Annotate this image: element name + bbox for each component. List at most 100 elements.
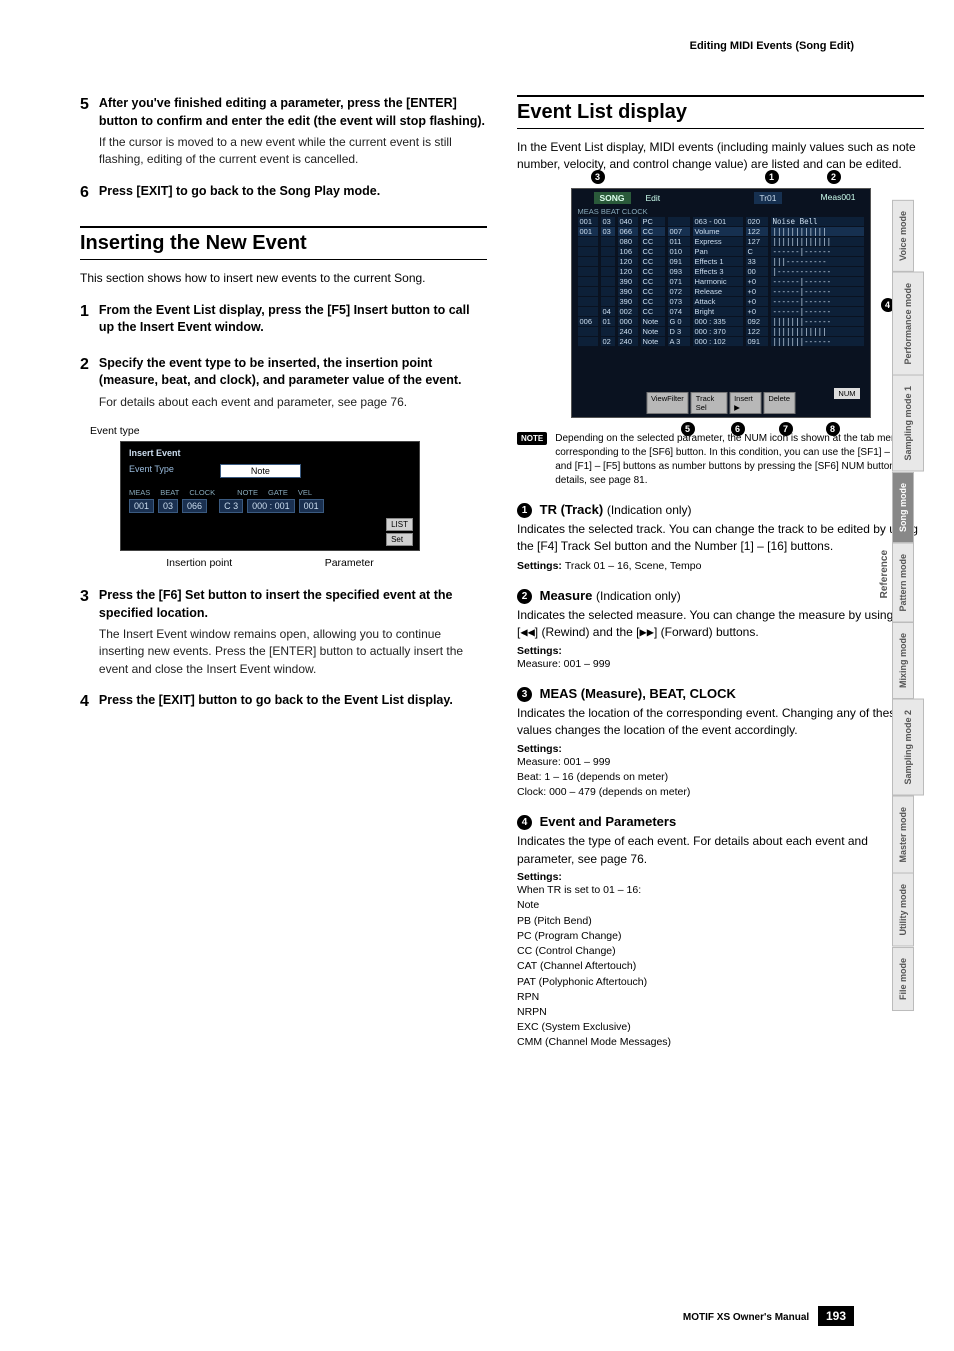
- shot1-hdr: BEAT: [160, 488, 179, 497]
- shot1-hdr: NOTE: [237, 488, 258, 497]
- callout-6: 6: [731, 422, 745, 436]
- list-button: LIST: [386, 518, 413, 531]
- settings-item: CC (Control Change): [517, 944, 924, 959]
- param-tr: 1 TR (Track) (Indication only) Indicates…: [517, 502, 924, 574]
- shot1-val: C 3: [219, 499, 243, 513]
- param-num: 4: [517, 815, 532, 830]
- param-text: Indicates the type of each event. For de…: [517, 833, 924, 868]
- step-number: 5: [80, 95, 89, 169]
- shot1-val: 066: [182, 499, 207, 513]
- step-text: The Insert Event window remains open, al…: [99, 626, 487, 678]
- insert-step-3: 3 Press the [F6] Set button to insert th…: [80, 587, 487, 678]
- event-type-label: Event type: [90, 425, 487, 437]
- shot1-hdr: CLOCK: [189, 488, 215, 497]
- shot1-et-label: Event Type: [129, 464, 174, 478]
- shot2-cols: MEAS BEAT CLOCK: [578, 207, 648, 216]
- tab-viewfilter: ViewFilter: [646, 392, 689, 414]
- event-row: 390CC071Harmonic+0------|------: [578, 277, 864, 286]
- event-row: 00103066CC007Volume122||||||||||||: [578, 227, 864, 236]
- side-tab-utility[interactable]: Utility mode: [892, 873, 914, 947]
- settings-item: CMM (Channel Mode Messages): [517, 1035, 924, 1050]
- section-heading-inserting: Inserting the New Event: [80, 226, 487, 260]
- event-row: 00601000NoteG 0000 : 335092|||||||------: [578, 317, 864, 326]
- settings-item: RPN: [517, 990, 924, 1005]
- settings-item: PC (Program Change): [517, 929, 924, 944]
- side-tab-mixing[interactable]: Mixing mode: [892, 622, 914, 699]
- event-row: 02240NoteA 3000 : 102091|||||||------: [578, 337, 864, 346]
- side-tab-master[interactable]: Master mode: [892, 796, 914, 874]
- step-number: 4: [80, 692, 89, 714]
- tab-insert: Insert ▶: [729, 392, 761, 414]
- set-button: Set: [386, 533, 413, 546]
- shot1-et-value: Note: [220, 464, 301, 478]
- right-column: Event List display In the Event List dis…: [517, 95, 924, 1065]
- left-column: 5 After you've finished editing a parame…: [80, 95, 487, 1065]
- settings-label: Settings:: [517, 743, 924, 755]
- param-text: Indicates the selected track. You can ch…: [517, 521, 924, 556]
- event-list-screenshot: SONG Edit Tr01 Meas001 MEAS BEAT CLOCK T…: [571, 188, 871, 418]
- event-row: 390CC072Release+0------|------: [578, 287, 864, 296]
- param-name: Measure: [540, 588, 593, 603]
- shot2-tr: Tr01: [754, 192, 781, 204]
- step-title: Specify the event type to be inserted, t…: [99, 355, 487, 390]
- event-row: 390CC073Attack+0------|------: [578, 297, 864, 306]
- num-badge: NUM: [834, 388, 859, 399]
- event-row: 120CC093Effects 300|------------: [578, 267, 864, 276]
- callout-8: 8: [826, 422, 840, 436]
- shot1-hdr: VEL: [298, 488, 312, 497]
- param-meas-beat-clock: 3 MEAS (Measure), BEAT, CLOCK Indicates …: [517, 686, 924, 801]
- settings-label: Settings:: [517, 560, 562, 572]
- callout-3: 3: [591, 170, 605, 184]
- side-tab-performance[interactable]: Performance mode: [892, 272, 924, 376]
- step-title: Press the [F6] Set button to insert the …: [99, 587, 487, 622]
- page-number: 193: [818, 1306, 854, 1326]
- settings-text: Track 01 – 16, Scene, Tempo: [565, 560, 702, 572]
- settings-item: EXC (System Exclusive): [517, 1020, 924, 1035]
- side-tab-sampling1[interactable]: Sampling mode 1: [892, 375, 924, 472]
- step-title: Press [EXIT] to go back to the Song Play…: [99, 183, 487, 201]
- side-tab-pattern[interactable]: Pattern mode: [892, 543, 914, 623]
- step-number: 1: [80, 302, 89, 341]
- step-number: 6: [80, 183, 89, 205]
- side-tab-sampling2[interactable]: Sampling mode 2: [892, 699, 924, 796]
- step-number: 2: [80, 355, 89, 411]
- step-5: 5 After you've finished editing a parame…: [80, 95, 487, 169]
- side-tabs: Voice mode Performance mode Sampling mod…: [892, 200, 924, 1011]
- settings-item: PAT (Polyphonic Aftertouch): [517, 975, 924, 990]
- insert-step-2: 2 Specify the event type to be inserted,…: [80, 355, 487, 411]
- settings-label: Settings:: [517, 645, 924, 657]
- reference-tab: Reference: [879, 550, 890, 598]
- insert-step-4: 4 Press the [EXIT] button to go back to …: [80, 692, 487, 714]
- caption-parameter: Parameter: [325, 557, 374, 569]
- step-title: After you've finished editing a paramete…: [99, 95, 487, 130]
- param-name: MEAS (Measure), BEAT, CLOCK: [540, 686, 736, 701]
- param-name: Event and Parameters: [540, 814, 677, 829]
- side-tab-voice[interactable]: Voice mode: [892, 200, 914, 272]
- section-heading-eventlist: Event List display: [517, 95, 924, 129]
- insert-step-1: 1 From the Event List display, press the…: [80, 302, 487, 341]
- callout-2: 2: [827, 170, 841, 184]
- step-title: Press the [EXIT] button to go back to th…: [99, 692, 487, 710]
- shot1-val: 03: [158, 499, 178, 513]
- shot2-list: 00103040PC 063 - 001020Noise Bell0010306…: [578, 217, 864, 389]
- param-text: Indicates the selected measure. You can …: [517, 607, 924, 642]
- side-tab-file[interactable]: File mode: [892, 947, 914, 1011]
- side-tab-song[interactable]: Song mode: [892, 472, 914, 543]
- param-num: 1: [517, 503, 532, 518]
- event-row: 120CC091Effects 133|||---------: [578, 257, 864, 266]
- param-name: TR (Track): [540, 502, 604, 517]
- shot1-title: Insert Event: [129, 448, 411, 458]
- settings-item: NRPN: [517, 1005, 924, 1020]
- step-text: For details about each event and paramet…: [99, 394, 487, 411]
- param-num: 3: [517, 687, 532, 702]
- shot1-hdr: GATE: [268, 488, 288, 497]
- shot2-edit: Edit: [642, 192, 665, 204]
- callout-7: 7: [779, 422, 793, 436]
- page-header: Editing MIDI Events (Song Edit): [690, 40, 854, 52]
- settings-item: PB (Pitch Bend): [517, 914, 924, 929]
- event-row: 080CC011Express127|||||||||||||: [578, 237, 864, 246]
- footer-text: MOTIF XS Owner's Manual: [683, 1312, 809, 1323]
- event-row: 00103040PC 063 - 001020Noise Bell: [578, 217, 864, 226]
- section-intro: In the Event List display, MIDI events (…: [517, 139, 924, 174]
- shot1-val: 000 : 001: [247, 499, 295, 513]
